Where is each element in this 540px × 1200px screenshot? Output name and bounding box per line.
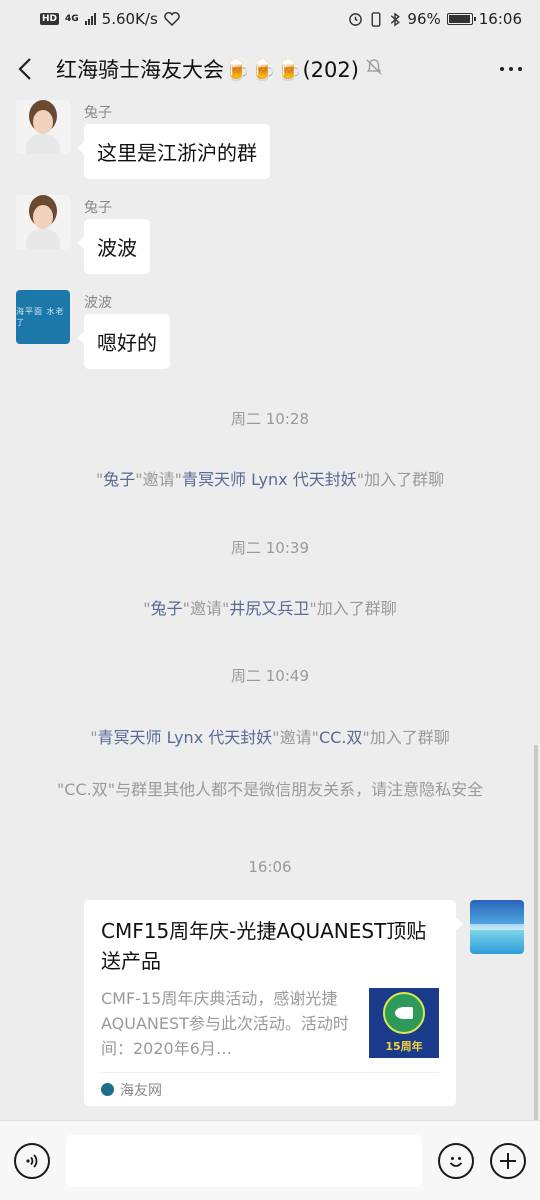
privacy-warning: "CC.双"与群里其他人都不是微信朋友关系，请注意隐私安全 xyxy=(56,780,484,799)
net-speed: 5.60K/s xyxy=(101,10,158,28)
emoji-icon xyxy=(449,1156,463,1167)
bluetooth-icon xyxy=(391,11,401,27)
signal-icon xyxy=(84,13,96,25)
plus-button[interactable] xyxy=(490,1142,526,1179)
sender-name: 兔子 xyxy=(84,200,112,216)
system-message: "青冥天师 Lynx 代天封妖"邀请"CC.双"加入了群聊 xyxy=(90,728,450,747)
network-type: 4G xyxy=(65,14,79,24)
user-link[interactable]: 青冥天师 Lynx 代天封妖 xyxy=(98,728,273,747)
heart-icon xyxy=(164,12,180,26)
system-message: "兔子"邀请"井尻又兵卫"加入了群聊 xyxy=(143,599,397,618)
system-message: "兔子"邀请"青冥天师 Lynx 代天封妖"加入了群聊 xyxy=(95,470,445,489)
message: CMF15周年庆-光捷AQUANEST顶贴送产品 CMF-15周年庆典活动，感谢… xyxy=(84,900,524,1106)
plus-icon xyxy=(500,1152,516,1169)
chat-title: 红海骑士海友大会🍺🍺🍺(202) xyxy=(56,58,359,82)
user-link[interactable]: 井尻又兵卫 xyxy=(229,599,309,618)
card-description: CMF-15周年庆典活动，感谢光捷AQUANEST参与此次活动。活动时间：202… xyxy=(101,989,349,1058)
card-source: 海友网 xyxy=(101,1072,439,1106)
voice-icon xyxy=(26,1153,38,1168)
timestamp: 周二 10:49 xyxy=(231,667,309,685)
avatar[interactable] xyxy=(16,195,70,249)
message: 海平面 水老了 波波 嗯好的 xyxy=(16,290,170,369)
chat-header: 红海骑士海友大会🍺🍺🍺(202) xyxy=(0,38,540,100)
status-bar: HD 4G 5.60K/s 96% 16:06 xyxy=(0,0,540,38)
card-title: CMF15周年庆-光捷AQUANEST顶贴送产品 xyxy=(101,919,427,973)
message-bubble[interactable]: 波波 xyxy=(77,219,150,274)
message-input[interactable] xyxy=(66,1134,422,1187)
timestamp: 16:06 xyxy=(248,858,292,876)
bell-off-icon xyxy=(365,58,383,80)
user-link[interactable]: CC.双 xyxy=(319,728,362,747)
battery-percent: 96% xyxy=(407,10,441,28)
timestamp: 周二 10:39 xyxy=(231,539,309,557)
chevron-left-icon xyxy=(18,58,31,80)
link-card[interactable]: CMF15周年庆-光捷AQUANEST顶贴送产品 CMF-15周年庆典活动，感谢… xyxy=(84,900,463,1106)
message: 兔子 这里是江浙沪的群 xyxy=(16,100,270,179)
user-link[interactable]: 兔子 xyxy=(151,599,183,618)
card-thumbnail: 15周年 xyxy=(369,988,439,1058)
avatar[interactable] xyxy=(16,100,70,154)
hd-icon: HD xyxy=(40,13,60,25)
user-link[interactable]: 青冥天师 Lynx 代天封妖 xyxy=(182,470,357,489)
message-bubble[interactable]: 这里是江浙沪的群 xyxy=(77,124,270,179)
timestamp: 周二 10:28 xyxy=(231,410,309,428)
avatar[interactable]: 海平面 水老了 xyxy=(16,290,70,344)
source-logo-icon xyxy=(101,1083,114,1096)
chat-area[interactable]: 兔子 这里是江浙沪的群 兔子 波波 海平面 水老了 波波 嗯好的 周二 10:2… xyxy=(0,100,540,1120)
clock: 16:06 xyxy=(478,10,522,28)
voice-button[interactable] xyxy=(14,1142,50,1179)
sender-name: 波波 xyxy=(84,295,112,311)
emoji-button[interactable] xyxy=(438,1142,474,1179)
avatar[interactable] xyxy=(470,900,524,954)
thumbnail-text: 15周年 xyxy=(385,1040,423,1053)
user-link[interactable]: 兔子 xyxy=(103,470,135,489)
source-name: 海友网 xyxy=(120,1082,162,1099)
input-bar xyxy=(0,1120,540,1200)
sender-name: 兔子 xyxy=(84,105,112,121)
battery-icon xyxy=(446,13,476,25)
more-button[interactable] xyxy=(482,49,522,89)
back-button[interactable] xyxy=(18,49,44,89)
alarm-icon xyxy=(349,12,363,26)
scrollbar[interactable] xyxy=(534,745,538,1120)
avatar-text: 海平面 水老了 xyxy=(16,307,65,327)
vibrate-icon xyxy=(371,11,381,27)
message: 兔子 波波 xyxy=(16,195,150,274)
message-bubble[interactable]: 嗯好的 xyxy=(77,314,170,369)
